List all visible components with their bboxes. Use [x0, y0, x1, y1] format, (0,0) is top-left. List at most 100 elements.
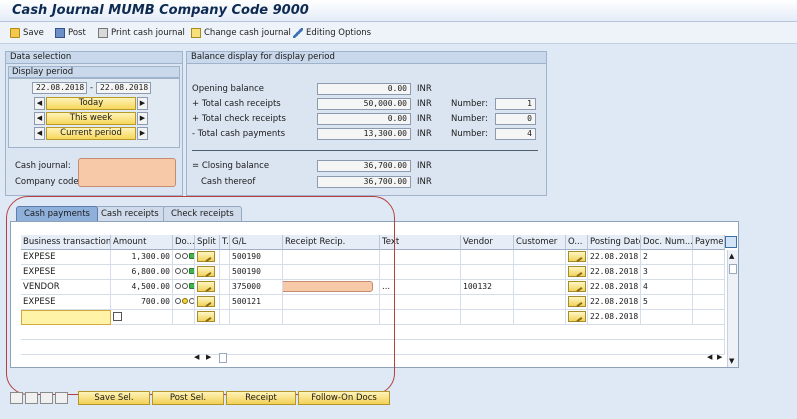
column-header[interactable]: O...: [566, 235, 588, 250]
vendor-cell[interactable]: 100132: [461, 280, 514, 295]
post-button[interactable]: Post: [55, 26, 86, 40]
currency-label: INR: [417, 114, 432, 124]
follow-on-docs-button[interactable]: Follow-On Docs: [298, 391, 390, 405]
payment-cell[interactable]: [693, 265, 725, 280]
date-from-field[interactable]: 22.08.2018: [32, 82, 87, 94]
next-week-button[interactable]: ▶: [137, 112, 148, 125]
customer-cell[interactable]: [514, 265, 566, 280]
today-button[interactable]: Today: [46, 97, 136, 110]
one-time-cell[interactable]: [566, 310, 588, 325]
cash-journal-company-code-fields[interactable]: [78, 158, 176, 187]
current-period-button[interactable]: Current period: [46, 127, 136, 140]
display-period-header: Display period: [8, 66, 180, 78]
one-time-cell[interactable]: [566, 280, 588, 295]
cash-journal-label: Cash journal:: [15, 161, 71, 171]
next-day-button[interactable]: ▶: [137, 97, 148, 110]
scroll-right-icon[interactable]: ▶: [717, 353, 722, 361]
one-time-edit-icon[interactable]: [568, 251, 586, 262]
number-label: Number:: [451, 129, 488, 139]
payment-cell[interactable]: [693, 250, 725, 265]
delete-row-icon[interactable]: [25, 392, 38, 404]
change-cash-journal-button[interactable]: Change cash journal: [191, 26, 291, 40]
closing-balance-label: = Closing balance: [192, 161, 270, 171]
currency-label: INR: [417, 161, 432, 171]
one-time-cell[interactable]: [566, 265, 588, 280]
previous-week-button[interactable]: ◀: [34, 112, 45, 125]
scroll-down-icon[interactable]: ▼: [729, 357, 734, 365]
one-time-cell[interactable]: [566, 250, 588, 265]
check-receipts-number: 0: [495, 113, 536, 125]
customer-cell[interactable]: [514, 250, 566, 265]
doc-number-cell[interactable]: 4: [641, 280, 693, 295]
details-icon[interactable]: [55, 392, 68, 404]
posting-date-cell[interactable]: 22.08.2018: [588, 295, 641, 310]
next-period-button[interactable]: ▶: [137, 127, 148, 140]
date-to-field[interactable]: 22.08.2018: [96, 82, 151, 94]
post-icon: [55, 28, 65, 38]
payment-cell[interactable]: [693, 280, 725, 295]
doc-number-cell[interactable]: 3: [641, 265, 693, 280]
vendor-cell[interactable]: [461, 250, 514, 265]
save-selection-button[interactable]: Save Sel.: [78, 391, 150, 405]
one-time-edit-icon[interactable]: [568, 266, 586, 277]
posting-date-cell[interactable]: 22.08.2018: [588, 280, 641, 295]
editing-label: Editing Options: [306, 28, 372, 38]
tab-cash-payments[interactable]: Cash payments: [16, 206, 98, 221]
customer-cell[interactable]: [514, 295, 566, 310]
scroll-up-icon[interactable]: ▲: [729, 252, 734, 260]
previous-day-button[interactable]: ◀: [34, 97, 45, 110]
change-icon: [191, 28, 201, 38]
one-time-cell[interactable]: [566, 295, 588, 310]
one-time-edit-icon[interactable]: [568, 311, 586, 322]
balance-divider: [192, 150, 538, 151]
posting-date-cell[interactable]: 22.08.2018: [588, 265, 641, 280]
vendor-cell[interactable]: [461, 310, 514, 325]
customer-cell[interactable]: [514, 310, 566, 325]
column-header[interactable]: Customer: [514, 235, 566, 250]
column-header[interactable]: Vendor: [461, 235, 514, 250]
scroll-thumb[interactable]: [729, 264, 737, 274]
payment-cell[interactable]: [693, 310, 725, 325]
balance-header: Balance display for display period: [187, 52, 546, 64]
vertical-scrollbar[interactable]: ▲ ▼: [727, 250, 738, 367]
doc-number-cell[interactable]: [641, 310, 693, 325]
check-receipts-value: 0.00: [317, 113, 411, 125]
vendor-cell[interactable]: [461, 295, 514, 310]
grid-layout-icon[interactable]: [725, 236, 737, 248]
editing-options-button[interactable]: Editing Options: [293, 26, 371, 40]
column-header[interactable]: Posting Date: [588, 235, 641, 250]
doc-number-cell[interactable]: 5: [641, 295, 693, 310]
cash-receipts-label: + Total cash receipts: [192, 99, 281, 109]
scroll-left-icon[interactable]: ◀: [707, 353, 712, 361]
one-time-edit-icon[interactable]: [568, 296, 586, 307]
vendor-cell[interactable]: [461, 265, 514, 280]
payment-cell[interactable]: [693, 295, 725, 310]
company-code-label: Company code:: [15, 177, 82, 187]
this-week-button[interactable]: This week: [46, 112, 136, 125]
previous-period-button[interactable]: ◀: [34, 127, 45, 140]
column-header[interactable]: Doc. Num...: [641, 235, 693, 250]
customer-cell[interactable]: [514, 280, 566, 295]
check-receipts-label: + Total check receipts: [192, 114, 286, 124]
post-selection-button[interactable]: Post Sel.: [152, 391, 224, 405]
currency-label: INR: [417, 177, 432, 187]
title-bar: Cash Journal MUMB Company Code 9000: [0, 0, 797, 22]
save-button[interactable]: Save: [10, 26, 44, 40]
currency-label: INR: [417, 129, 432, 139]
cash-receipts-value: 50,000.00: [317, 98, 411, 110]
save-icon: [10, 28, 20, 38]
select-all-icon[interactable]: [10, 392, 23, 404]
column-header[interactable]: Paymer: [693, 235, 725, 250]
print-cash-journal-button[interactable]: Print cash journal: [98, 26, 185, 40]
doc-number-cell[interactable]: 2: [641, 250, 693, 265]
posting-date-cell[interactable]: 22.08.2018: [588, 310, 641, 325]
one-time-edit-icon[interactable]: [568, 281, 586, 292]
posting-date-cell[interactable]: 22.08.2018: [588, 250, 641, 265]
receipt-button[interactable]: Receipt: [226, 391, 296, 405]
save-label: Save: [23, 28, 44, 38]
number-label: Number:: [451, 99, 488, 109]
currency-label: INR: [417, 84, 432, 94]
opening-balance-value: 0.00: [317, 83, 411, 95]
insert-row-icon[interactable]: [40, 392, 53, 404]
data-selection-header: Data selection: [6, 52, 182, 64]
